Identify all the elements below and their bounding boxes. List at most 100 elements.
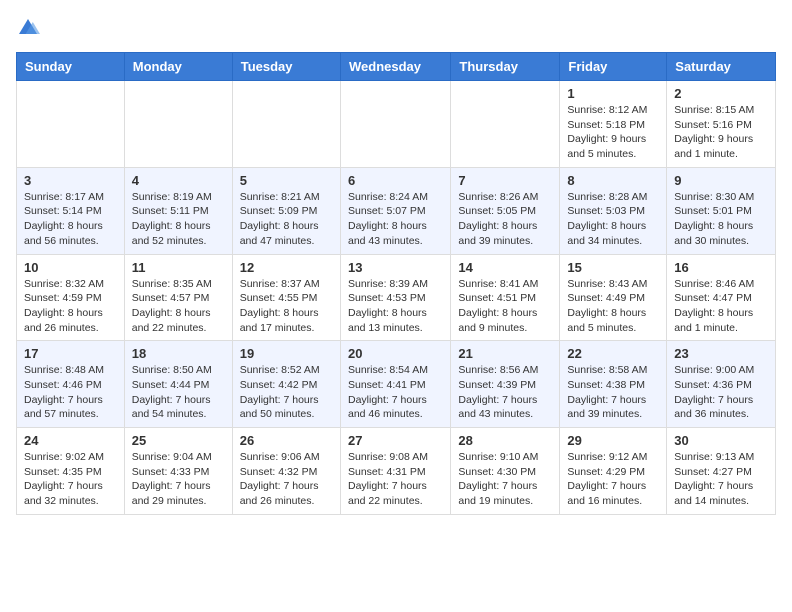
calendar-cell: 11Sunrise: 8:35 AM Sunset: 4:57 PM Dayli… [124,254,232,341]
calendar-cell: 14 Sunrise: 8:41 AM Sunset: 4:51 PM Dayli… [451,254,560,341]
calendar-cell [451,81,560,168]
column-header-saturday: Saturday [667,53,776,81]
day-info: Sunrise: 8:32 AM Sunset: 4:59 PM Dayligh… [24,277,117,336]
day-number: 1 [567,86,659,101]
day-info: Sunrise: 9:04 AM Sunset: 4:33 PM Dayligh… [132,450,225,509]
day-info: Sunrise: 8:46 AM Sunset: 4:47 PM Dayligh… [674,277,768,336]
calendar-cell: 12Sunrise: 8:37 AM Sunset: 4:55 PM Dayli… [232,254,340,341]
day-number: 13 [348,260,443,275]
calendar-cell: 23 Sunrise: 9:00 AM Sunset: 4:36 PM Dayli… [667,341,776,428]
calendar-cell: 4Sunrise: 8:19 AM Sunset: 5:11 PM Daylig… [124,167,232,254]
day-number: 9 [674,173,768,188]
calendar-week-1: 1 Sunrise: 8:12 AM Sunset: 5:18 PM Daylig… [17,81,776,168]
day-number: 10 [24,260,117,275]
calendar-cell: 8 Sunrise: 8:28 AM Sunset: 5:03 PM Daylig… [560,167,667,254]
day-number: 2 [674,86,768,101]
day-number: 27 [348,433,443,448]
calendar-cell: 17Sunrise: 8:48 AM Sunset: 4:46 PM Dayli… [17,341,125,428]
calendar-header-row: SundayMondayTuesdayWednesdayThursdayFrid… [17,53,776,81]
calendar-cell: 13 Sunrise: 8:39 AM Sunset: 4:53 PM Dayli… [340,254,450,341]
day-number: 19 [240,346,333,361]
column-header-wednesday: Wednesday [340,53,450,81]
calendar-week-4: 17Sunrise: 8:48 AM Sunset: 4:46 PM Dayli… [17,341,776,428]
column-header-friday: Friday [560,53,667,81]
day-number: 17 [24,346,117,361]
day-info: Sunrise: 9:00 AM Sunset: 4:36 PM Dayligh… [674,363,768,422]
calendar-week-2: 3 Sunrise: 8:17 AM Sunset: 5:14 PM Daylig… [17,167,776,254]
day-number: 16 [674,260,768,275]
day-number: 20 [348,346,443,361]
calendar-cell: 9Sunrise: 8:30 AM Sunset: 5:01 PM Daylig… [667,167,776,254]
calendar-table: SundayMondayTuesdayWednesdayThursdayFrid… [16,52,776,515]
calendar-cell [17,81,125,168]
day-number: 11 [132,260,225,275]
day-number: 25 [132,433,225,448]
calendar-cell: 16 Sunrise: 8:46 AM Sunset: 4:47 PM Dayli… [667,254,776,341]
day-info: Sunrise: 8:24 AM Sunset: 5:07 PM Dayligh… [348,190,443,249]
day-number: 23 [674,346,768,361]
day-number: 21 [458,346,552,361]
logo [16,16,44,40]
column-header-tuesday: Tuesday [232,53,340,81]
calendar-cell: 27 Sunrise: 9:08 AM Sunset: 4:31 PM Dayli… [340,428,450,515]
day-info: Sunrise: 8:21 AM Sunset: 5:09 PM Dayligh… [240,190,333,249]
day-info: Sunrise: 9:12 AM Sunset: 4:29 PM Dayligh… [567,450,659,509]
day-number: 14 [458,260,552,275]
calendar-cell: 1 Sunrise: 8:12 AM Sunset: 5:18 PM Daylig… [560,81,667,168]
day-info: Sunrise: 8:17 AM Sunset: 5:14 PM Dayligh… [24,190,117,249]
calendar-cell: 15 Sunrise: 8:43 AM Sunset: 4:49 PM Dayli… [560,254,667,341]
day-info: Sunrise: 8:28 AM Sunset: 5:03 PM Dayligh… [567,190,659,249]
calendar-cell [124,81,232,168]
calendar-cell: 21 Sunrise: 8:56 AM Sunset: 4:39 PM Dayli… [451,341,560,428]
day-number: 5 [240,173,333,188]
day-info: Sunrise: 9:08 AM Sunset: 4:31 PM Dayligh… [348,450,443,509]
day-info: Sunrise: 8:41 AM Sunset: 4:51 PM Dayligh… [458,277,552,336]
day-number: 22 [567,346,659,361]
day-number: 6 [348,173,443,188]
day-info: Sunrise: 8:15 AM Sunset: 5:16 PM Dayligh… [674,103,768,162]
day-info: Sunrise: 8:56 AM Sunset: 4:39 PM Dayligh… [458,363,552,422]
day-number: 15 [567,260,659,275]
calendar-cell: 20 Sunrise: 8:54 AM Sunset: 4:41 PM Dayli… [340,341,450,428]
calendar-cell: 29 Sunrise: 9:12 AM Sunset: 4:29 PM Dayli… [560,428,667,515]
day-number: 8 [567,173,659,188]
day-info: Sunrise: 9:13 AM Sunset: 4:27 PM Dayligh… [674,450,768,509]
day-number: 29 [567,433,659,448]
calendar-cell: 6 Sunrise: 8:24 AM Sunset: 5:07 PM Daylig… [340,167,450,254]
day-number: 4 [132,173,225,188]
day-info: Sunrise: 8:52 AM Sunset: 4:42 PM Dayligh… [240,363,333,422]
day-number: 30 [674,433,768,448]
calendar-week-3: 10 Sunrise: 8:32 AM Sunset: 4:59 PM Dayli… [17,254,776,341]
column-header-monday: Monday [124,53,232,81]
day-number: 18 [132,346,225,361]
day-number: 7 [458,173,552,188]
logo-icon [16,16,40,40]
calendar-cell: 26Sunrise: 9:06 AM Sunset: 4:32 PM Dayli… [232,428,340,515]
calendar-cell: 30 Sunrise: 9:13 AM Sunset: 4:27 PM Dayli… [667,428,776,515]
day-info: Sunrise: 8:26 AM Sunset: 5:05 PM Dayligh… [458,190,552,249]
page-header [16,16,776,40]
calendar-cell: 5 Sunrise: 8:21 AM Sunset: 5:09 PM Daylig… [232,167,340,254]
column-header-sunday: Sunday [17,53,125,81]
day-info: Sunrise: 9:02 AM Sunset: 4:35 PM Dayligh… [24,450,117,509]
calendar-cell: 24 Sunrise: 9:02 AM Sunset: 4:35 PM Dayli… [17,428,125,515]
calendar-cell: 25 Sunrise: 9:04 AM Sunset: 4:33 PM Dayli… [124,428,232,515]
day-number: 24 [24,433,117,448]
day-info: Sunrise: 8:12 AM Sunset: 5:18 PM Dayligh… [567,103,659,162]
calendar-week-5: 24 Sunrise: 9:02 AM Sunset: 4:35 PM Dayli… [17,428,776,515]
day-info: Sunrise: 8:54 AM Sunset: 4:41 PM Dayligh… [348,363,443,422]
day-info: Sunrise: 9:10 AM Sunset: 4:30 PM Dayligh… [458,450,552,509]
calendar-cell: 22 Sunrise: 8:58 AM Sunset: 4:38 PM Dayli… [560,341,667,428]
day-number: 3 [24,173,117,188]
calendar-cell: 10 Sunrise: 8:32 AM Sunset: 4:59 PM Dayli… [17,254,125,341]
calendar-cell: 18Sunrise: 8:50 AM Sunset: 4:44 PM Dayli… [124,341,232,428]
calendar-cell: 28 Sunrise: 9:10 AM Sunset: 4:30 PM Dayli… [451,428,560,515]
day-info: Sunrise: 8:43 AM Sunset: 4:49 PM Dayligh… [567,277,659,336]
calendar-cell: 7 Sunrise: 8:26 AM Sunset: 5:05 PM Daylig… [451,167,560,254]
day-info: Sunrise: 8:39 AM Sunset: 4:53 PM Dayligh… [348,277,443,336]
day-number: 26 [240,433,333,448]
day-info: Sunrise: 8:37 AM Sunset: 4:55 PM Dayligh… [240,277,333,336]
day-number: 28 [458,433,552,448]
calendar-cell [232,81,340,168]
day-info: Sunrise: 8:58 AM Sunset: 4:38 PM Dayligh… [567,363,659,422]
